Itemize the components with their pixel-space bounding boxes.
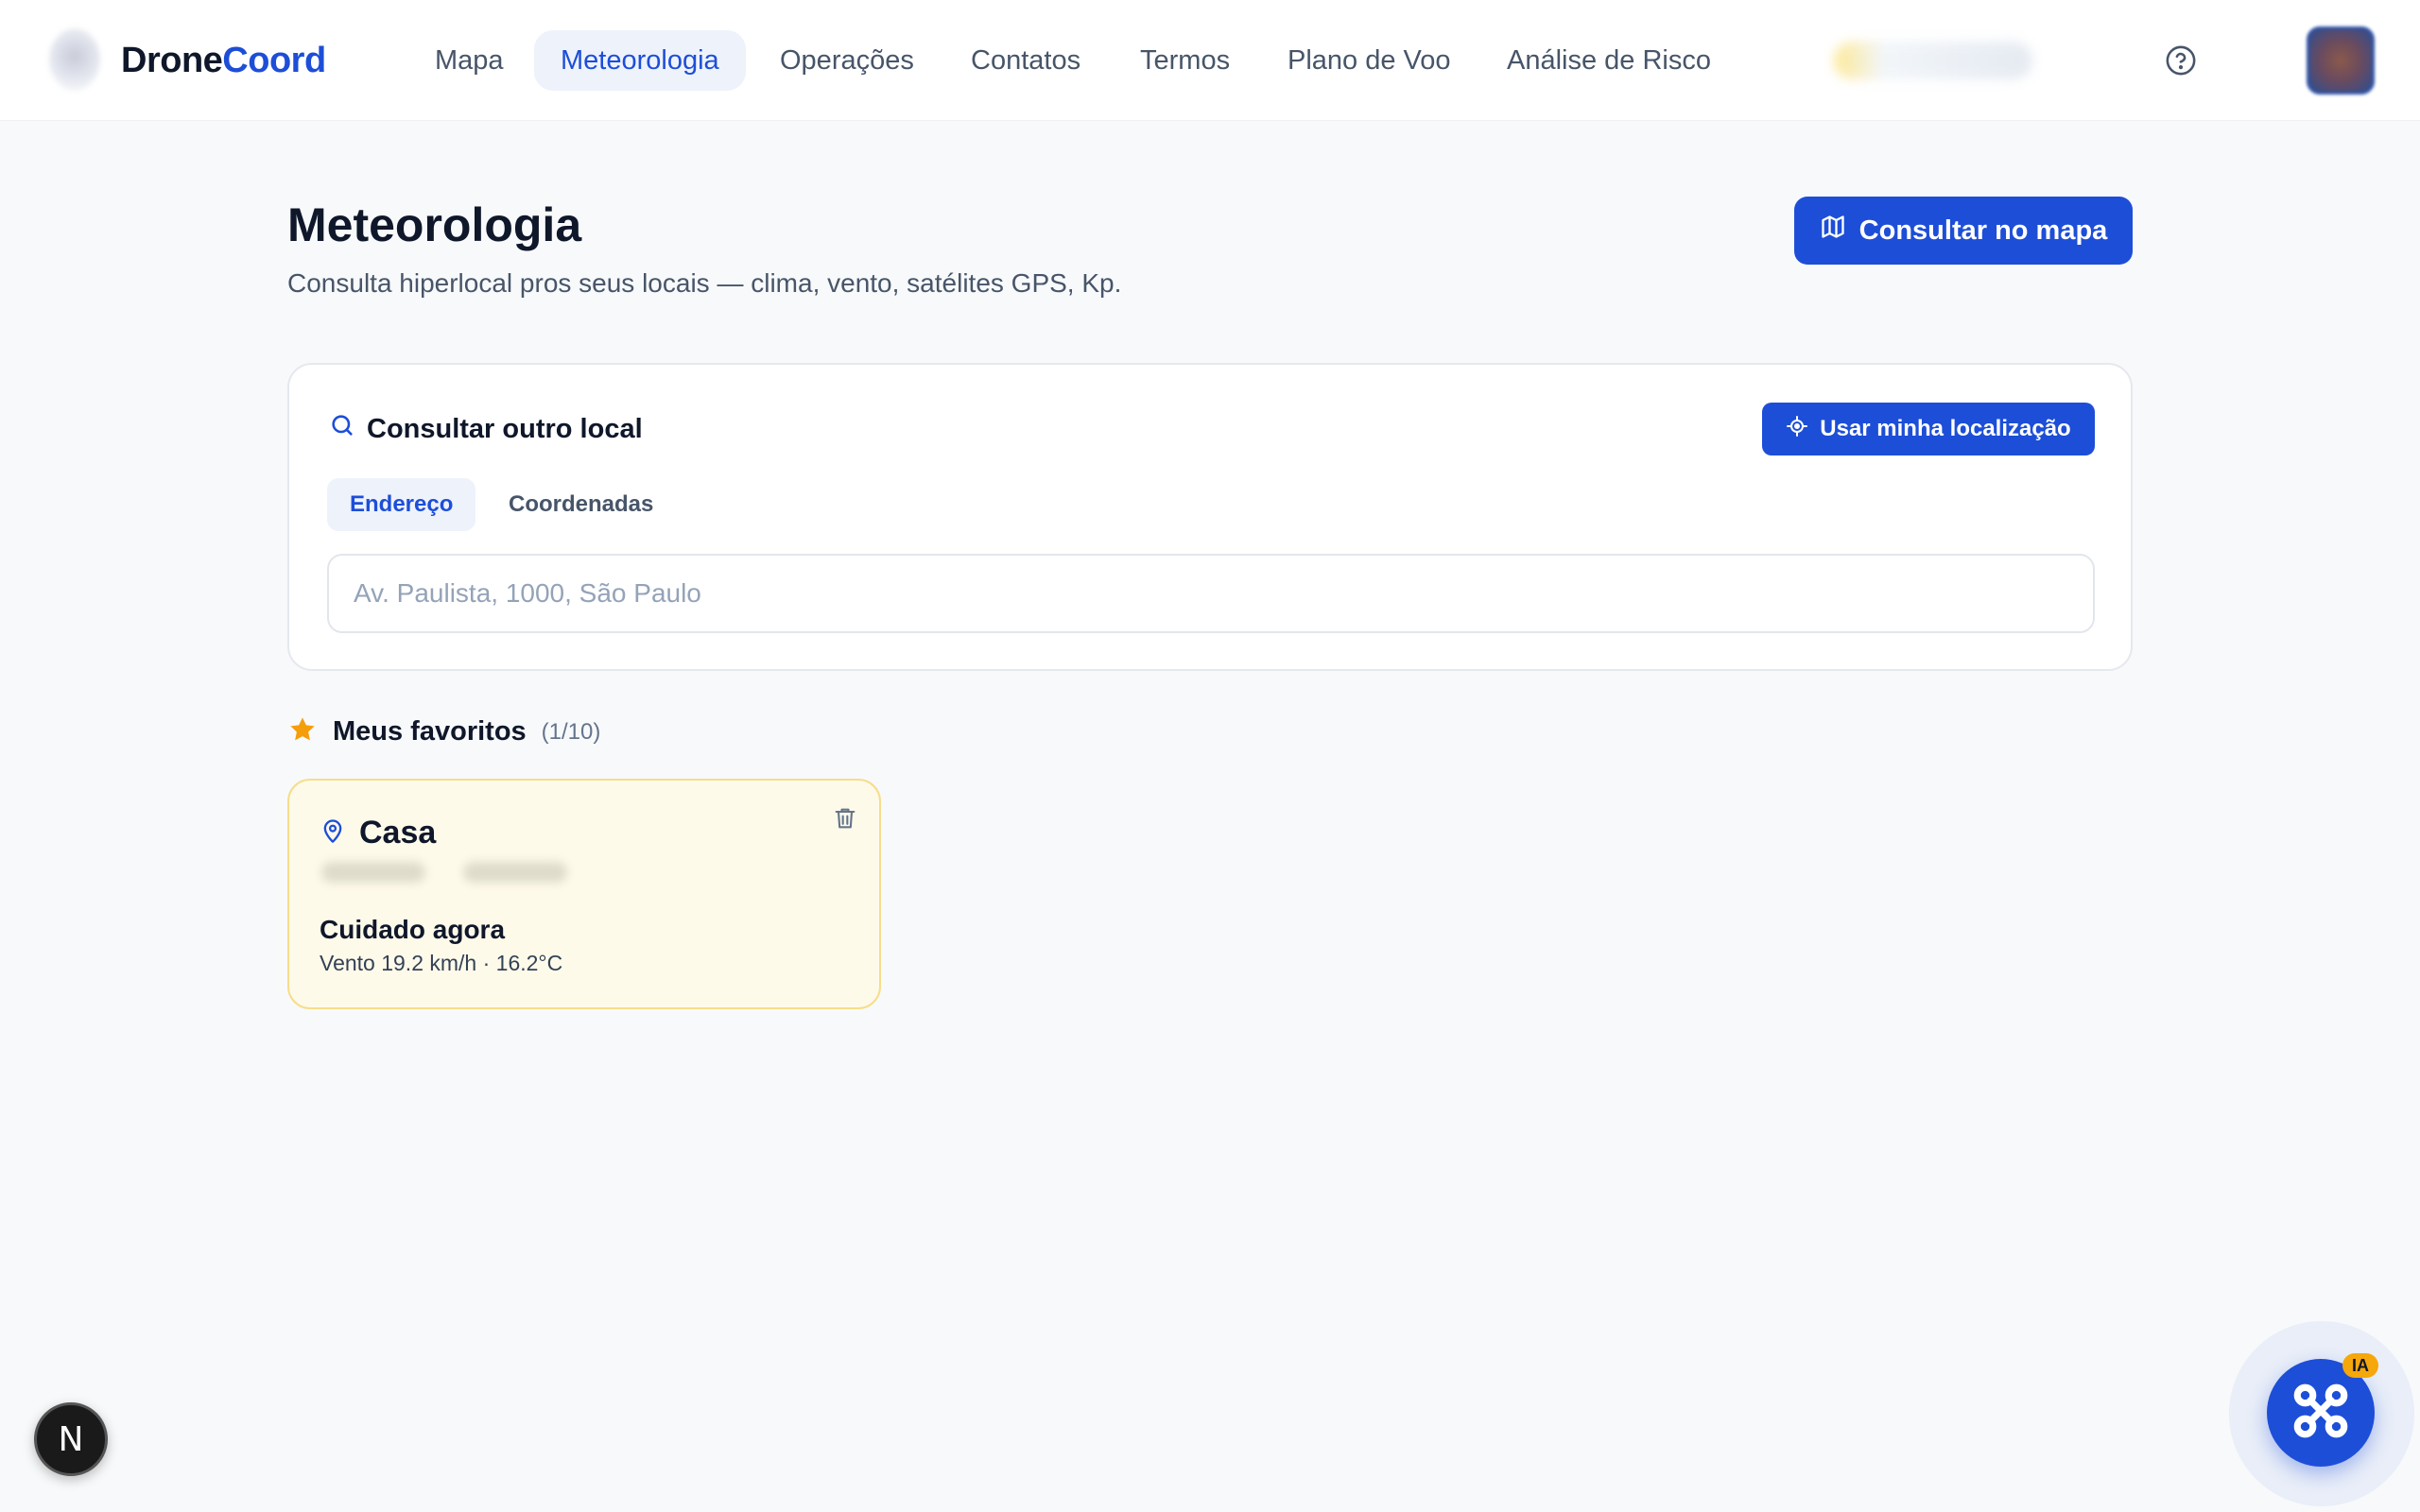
- top-navbar: DroneCoord Mapa Meteorologia Operações C…: [0, 0, 2420, 121]
- use-my-location-button[interactable]: Usar minha localização: [1762, 403, 2095, 455]
- ai-badge: IA: [2342, 1353, 2378, 1378]
- user-avatar[interactable]: [2307, 26, 2375, 94]
- tab-coordenadas[interactable]: Coordenadas: [486, 478, 676, 531]
- star-icon: [287, 714, 318, 749]
- crosshair-icon: [1786, 415, 1808, 444]
- drone-icon: [2290, 1380, 2352, 1447]
- map-pin-icon: [320, 817, 346, 849]
- favorite-name-row: Casa: [320, 815, 436, 851]
- favorites-title: Meus favoritos: [333, 716, 527, 747]
- logo-icon: [49, 28, 100, 91]
- favorites-count: (1/10): [541, 718, 601, 745]
- nav-item-analise-de-risco[interactable]: Análise de Risco: [1480, 30, 1737, 91]
- consult-map-label: Consultar no mapa: [1858, 215, 2108, 246]
- brand-name-part1: Drone: [121, 41, 223, 80]
- search-card-title: Consultar outro local: [367, 413, 643, 444]
- dev-tools-badge[interactable]: N: [34, 1402, 108, 1476]
- brand-name-part2: Coord: [222, 41, 326, 80]
- nav-item-termos[interactable]: Termos: [1114, 30, 1256, 91]
- address-search-input[interactable]: [327, 554, 2095, 633]
- tab-endereco[interactable]: Endereço: [327, 478, 476, 531]
- favorite-card[interactable]: Casa Cuidado agora Vento 19.2 km/h · 16.…: [287, 779, 881, 1009]
- nav-item-plano-de-voo[interactable]: Plano de Voo: [1261, 30, 1478, 91]
- search-icon: [329, 412, 355, 446]
- favorite-name: Casa: [359, 815, 437, 850]
- brand-logo[interactable]: DroneCoord: [121, 38, 326, 83]
- favorite-status: Cuidado agora: [320, 915, 506, 944]
- nav-item-meteorologia[interactable]: Meteorologia: [534, 30, 746, 91]
- consult-map-button[interactable]: Consultar no mapa: [1794, 197, 2133, 265]
- trash-icon[interactable]: [832, 803, 858, 833]
- page-subtitle: Consulta hiperlocal pros seus locais — c…: [287, 268, 1122, 298]
- search-card-header: Consultar outro local: [329, 412, 643, 446]
- nav-item-contatos[interactable]: Contatos: [944, 30, 1107, 91]
- nav-item-mapa[interactable]: Mapa: [408, 30, 530, 91]
- page-title: Meteorologia: [287, 198, 582, 251]
- favorites-header: Meus favoritos (1/10): [287, 714, 600, 749]
- map-icon: [1820, 214, 1846, 248]
- favorite-weather-meta: Vento 19.2 km/h · 16.2°C: [320, 951, 563, 975]
- use-my-location-label: Usar minha localização: [1820, 416, 2071, 441]
- nav-item-operacoes[interactable]: Operações: [753, 30, 941, 91]
- account-badge-blurred[interactable]: [1834, 42, 2032, 79]
- favorite-coordinates-blurred: [321, 862, 567, 888]
- help-icon[interactable]: [2165, 44, 2197, 77]
- search-location-card: Consultar outro local Usar minha localiz…: [287, 363, 2133, 671]
